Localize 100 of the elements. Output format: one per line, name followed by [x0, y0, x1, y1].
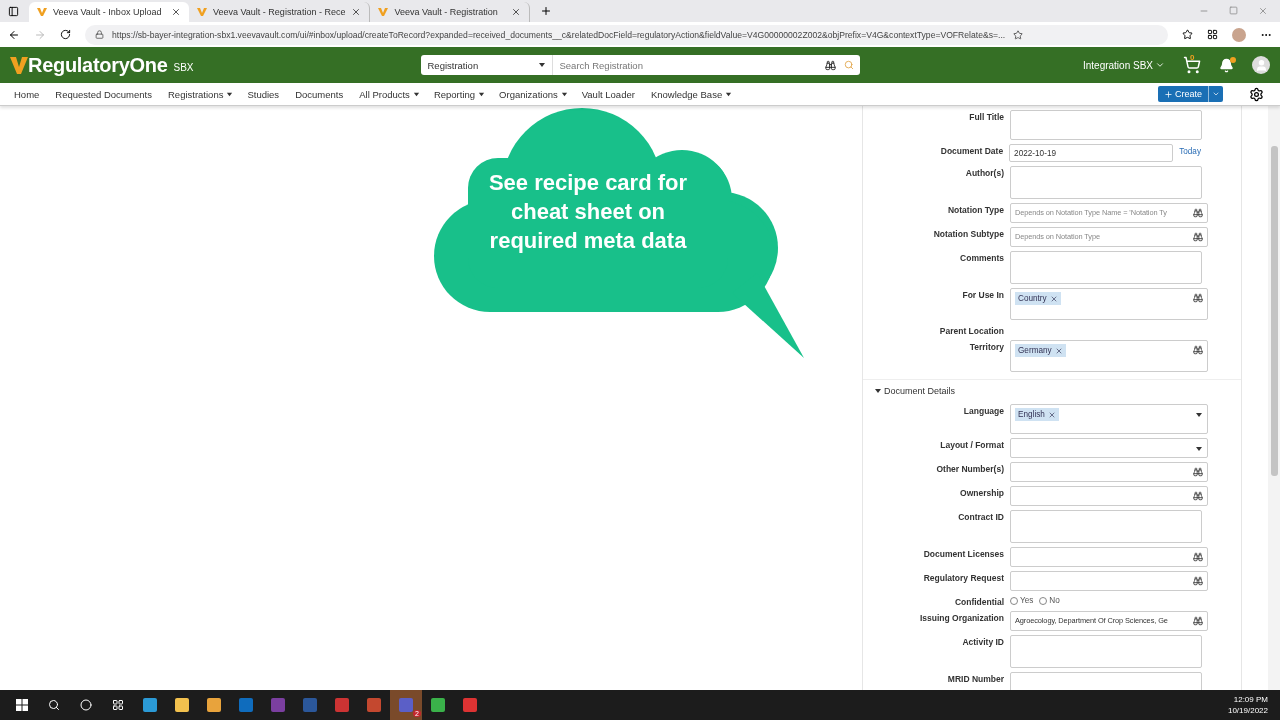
- caret-icon: [1155, 60, 1165, 70]
- cart-icon[interactable]: [1183, 56, 1201, 74]
- callout-text: See recipe card for cheat sheet on required meta data: [487, 169, 689, 255]
- field-label: Issuing Organization: [918, 612, 1004, 623]
- token-chip: Country: [1015, 292, 1061, 305]
- task-view-icon[interactable]: [112, 699, 124, 711]
- radio-button[interactable]: [1010, 596, 1018, 605]
- lookup-field[interactable]: [1010, 571, 1208, 591]
- select-field[interactable]: English: [1010, 404, 1208, 434]
- browser-tab[interactable]: Veeva Vault - Inbox Upload: [29, 2, 189, 22]
- notification-icon[interactable]: [1219, 57, 1234, 73]
- lookup-field[interactable]: Country: [1010, 288, 1208, 320]
- lookup-field[interactable]: [1010, 486, 1208, 506]
- binoculars-icon[interactable]: [1193, 467, 1203, 477]
- lookup-field[interactable]: [1010, 547, 1208, 567]
- nav-menu-item[interactable]: Home: [8, 88, 46, 100]
- address-bar[interactable]: [85, 24, 1168, 45]
- field-label: Language: [962, 405, 1004, 416]
- tab-actions-icon[interactable]: [8, 5, 19, 17]
- favorite-icon[interactable]: [1013, 29, 1024, 40]
- radio-option[interactable]: No: [1039, 596, 1060, 605]
- field-label: Notation Type: [946, 204, 1004, 215]
- nav-menu-item[interactable]: Documents: [289, 88, 350, 100]
- nav-menu-item[interactable]: Requested Documents: [49, 88, 158, 100]
- scrollbar-thumb[interactable]: [1270, 146, 1278, 476]
- binoculars-icon[interactable]: [1193, 576, 1203, 586]
- favorites-icon[interactable]: [1182, 29, 1193, 40]
- field-label: Layout / Format: [939, 439, 1004, 450]
- binoculars-icon[interactable]: [825, 59, 837, 71]
- close-icon[interactable]: [351, 7, 362, 17]
- windows-start-icon[interactable]: [16, 699, 28, 711]
- nav-menu-item[interactable]: Knowledge Base: [644, 88, 739, 100]
- section-header[interactable]: Document Details: [863, 379, 1241, 400]
- field-label: Comments: [959, 252, 1004, 263]
- field-label: Author(s): [964, 167, 1004, 178]
- search-scope-dropdown[interactable]: Registration: [421, 55, 554, 75]
- binoculars-icon[interactable]: [1193, 208, 1203, 218]
- section-title: Document Details: [884, 386, 956, 396]
- profile-avatar[interactable]: [1232, 27, 1246, 42]
- binoculars-icon[interactable]: [1193, 552, 1203, 562]
- environment-label: SBX: [173, 61, 194, 73]
- remove-icon[interactable]: [1049, 294, 1058, 303]
- new-tab-icon[interactable]: [540, 5, 553, 17]
- v-logo-icon: [37, 7, 47, 17]
- v-logo-icon: [378, 7, 389, 17]
- caret-icon[interactable]: [1195, 445, 1203, 453]
- reload-icon[interactable]: [60, 29, 71, 40]
- binoculars-icon[interactable]: [1193, 345, 1203, 355]
- nav-menu-item[interactable]: Vault Loader: [575, 88, 641, 100]
- field-label: Confidential: [953, 596, 1004, 607]
- date-field[interactable]: 2022-10-19: [1009, 144, 1174, 162]
- nav-menu-item[interactable]: Organizations: [493, 88, 574, 100]
- field-label: Document Date: [939, 145, 1004, 156]
- close-icon[interactable]: [511, 7, 522, 17]
- field-label: MRID Number: [946, 673, 1004, 684]
- radio-option[interactable]: Yes: [1010, 596, 1034, 605]
- binoculars-icon[interactable]: [1193, 616, 1203, 626]
- token-chip: Germany: [1015, 344, 1066, 357]
- today-link[interactable]: Today: [1179, 144, 1201, 156]
- caret-icon: [538, 61, 547, 69]
- settings-icon[interactable]: [1249, 86, 1264, 102]
- cart-count: 0: [1190, 53, 1195, 62]
- nav-menu-item[interactable]: Studies: [241, 88, 286, 100]
- collections-icon[interactable]: [1207, 29, 1218, 40]
- caret-icon: [1212, 90, 1220, 98]
- remove-icon[interactable]: [1047, 410, 1056, 419]
- field-label: Notation Subtype: [932, 228, 1004, 239]
- remove-icon[interactable]: [1054, 346, 1063, 355]
- clock-time: 12:09 PM: [1232, 694, 1268, 705]
- binoculars-icon[interactable]: [1193, 491, 1203, 501]
- nav-menu-item[interactable]: All Products: [353, 88, 426, 100]
- select-field[interactable]: [1010, 438, 1208, 458]
- binoculars-icon[interactable]: [1193, 232, 1203, 242]
- v-logo-icon: [10, 55, 28, 75]
- field-label: Full Title: [968, 111, 1004, 122]
- nav-menu-item[interactable]: Registrations: [162, 88, 240, 100]
- field-label: Parent Location: [938, 325, 1004, 336]
- field-label: Regulatory Request: [922, 572, 1004, 583]
- lookup-field[interactable]: [1010, 462, 1208, 482]
- binoculars-icon[interactable]: [1193, 293, 1203, 303]
- field-label: Other Number(s): [935, 463, 1004, 474]
- field-label: For Use In: [961, 289, 1004, 300]
- search-icon[interactable]: [48, 699, 60, 711]
- field-label: Activity ID: [961, 636, 1004, 647]
- url-text: https://sb-bayer-integration-sbx1.veevavault.com/ui/#inbox/upload/createToRecord?expanded=received_documents__c&relatedDocField=regulatoryAction&fieldValue=V4G00000002Z002&objPrefix=V4G&contextType=VOFRelate&s=...: [112, 29, 1006, 40]
- nav-menu-item[interactable]: Reporting: [427, 88, 492, 100]
- caret-icon[interactable]: [1195, 411, 1203, 419]
- radio-button[interactable]: [1039, 596, 1048, 605]
- lock-icon: [95, 30, 104, 39]
- close-icon[interactable]: [171, 7, 181, 17]
- search-bar[interactable]: Registration Search Registration: [421, 55, 861, 75]
- field-label: Territory: [968, 341, 1004, 352]
- back-icon[interactable]: [8, 28, 20, 41]
- field-label: Ownership: [959, 487, 1004, 498]
- clock-date: 10/19/2022: [1227, 705, 1268, 716]
- user-avatar[interactable]: [1252, 56, 1270, 74]
- vault-switcher[interactable]: Integration SBX: [1082, 59, 1165, 71]
- lookup-field[interactable]: Germany: [1010, 340, 1208, 372]
- app-logo: RegulatoryOne: [28, 53, 168, 77]
- v-logo-icon: [197, 7, 207, 17]
